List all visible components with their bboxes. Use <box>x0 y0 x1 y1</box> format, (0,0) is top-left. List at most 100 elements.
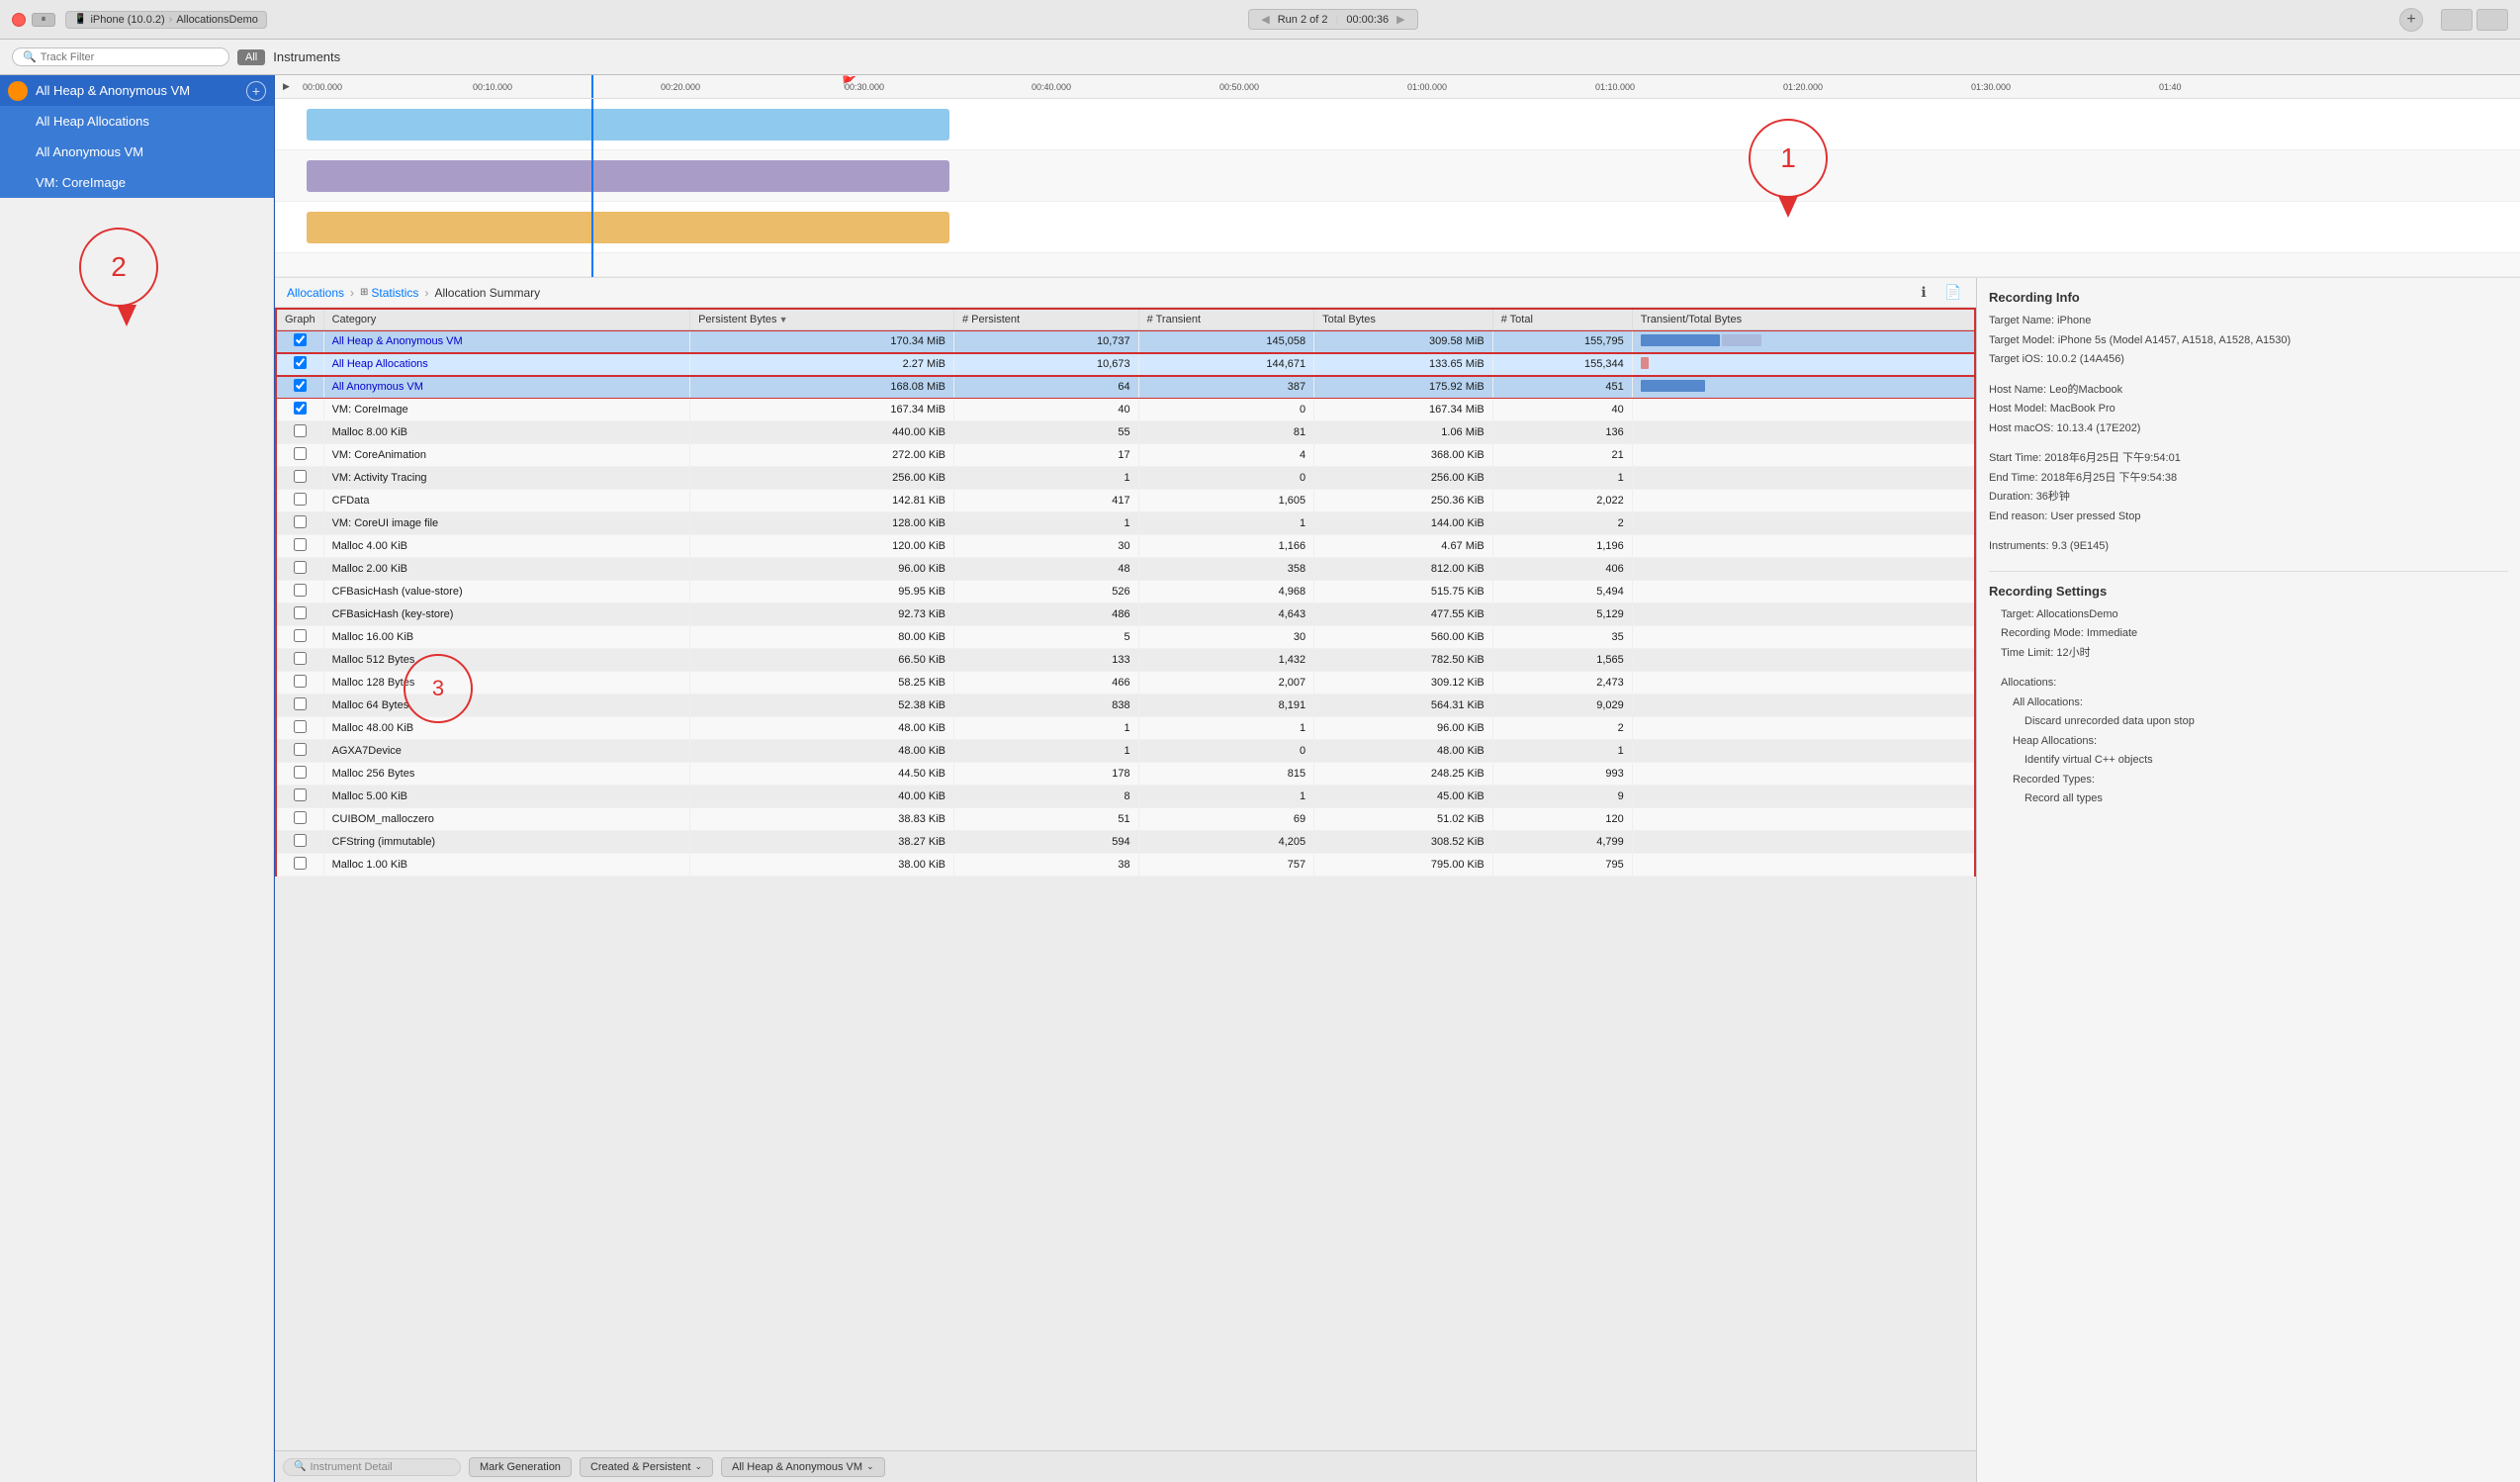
info-icon[interactable]: ℹ <box>1913 282 1935 304</box>
graph-checkbox[interactable] <box>294 561 307 574</box>
mark-generation-button[interactable]: Mark Generation <box>469 1457 572 1477</box>
pause-button[interactable]: ⏸ <box>32 13 55 27</box>
graph-checkbox-cell[interactable] <box>276 558 323 581</box>
col-num-total[interactable]: # Total <box>1492 309 1632 330</box>
sidebar-item-heap-alloc[interactable]: All Heap Allocations <box>0 106 274 137</box>
sidebar-item-heap-anon-vm[interactable]: All Heap & Anonymous VM + <box>0 75 274 106</box>
graph-checkbox-cell[interactable] <box>276 831 323 854</box>
graph-checkbox[interactable] <box>294 606 307 619</box>
flag-marker: 🚩 <box>842 75 856 89</box>
total-bytes-cell: 250.36 KiB <box>1314 490 1493 512</box>
transient-bar-cell <box>1632 672 1975 695</box>
window-control-1[interactable] <box>2441 9 2473 31</box>
close-button[interactable] <box>12 13 26 27</box>
graph-checkbox[interactable] <box>294 333 307 346</box>
table-row: VM: CoreUI image file128.00 KiB11144.00 … <box>276 512 1975 535</box>
graph-checkbox-cell[interactable] <box>276 763 323 786</box>
graph-checkbox-cell[interactable] <box>276 330 323 353</box>
graph-checkbox[interactable] <box>294 424 307 437</box>
graph-checkbox-cell[interactable] <box>276 444 323 467</box>
graph-checkbox[interactable] <box>294 652 307 665</box>
graph-checkbox-cell[interactable] <box>276 353 323 376</box>
persistent-bytes-cell: 38.83 KiB <box>690 808 954 831</box>
breadcrumb-allocations[interactable]: Allocations <box>287 286 344 300</box>
col-persistent-bytes[interactable]: Persistent Bytes▼ <box>690 309 954 330</box>
graph-checkbox[interactable] <box>294 379 307 392</box>
sidebar-item-anon-vm[interactable]: All Anonymous VM <box>0 137 274 167</box>
col-transient-ratio[interactable]: Transient/Total Bytes <box>1632 309 1975 330</box>
num-persistent-cell: 40 <box>954 399 1139 421</box>
graph-checkbox[interactable] <box>294 584 307 597</box>
table-row: Malloc 2.00 KiB96.00 KiB48358812.00 KiB4… <box>276 558 1975 581</box>
sidebar: All Heap & Anonymous VM + All Heap Alloc… <box>0 75 275 198</box>
num-total-cell: 451 <box>1492 376 1632 399</box>
graph-checkbox-cell[interactable] <box>276 603 323 626</box>
graph-checkbox[interactable] <box>294 402 307 415</box>
graph-checkbox-cell[interactable] <box>276 626 323 649</box>
add-instrument-button[interactable]: + <box>2399 8 2423 32</box>
breadcrumb-statistics[interactable]: Statistics <box>371 286 418 300</box>
graph-checkbox-cell[interactable] <box>276 695 323 717</box>
col-category[interactable]: Category <box>323 309 690 330</box>
col-num-persistent[interactable]: # Persistent <box>954 309 1139 330</box>
graph-checkbox[interactable] <box>294 743 307 756</box>
search-input[interactable] <box>41 51 209 63</box>
total-bytes-cell: 1.06 MiB <box>1314 421 1493 444</box>
col-num-transient[interactable]: # Transient <box>1138 309 1314 330</box>
graph-checkbox[interactable] <box>294 470 307 483</box>
graph-checkbox-cell[interactable] <box>276 581 323 603</box>
graph-checkbox-cell[interactable] <box>276 672 323 695</box>
graph-checkbox[interactable] <box>294 766 307 779</box>
table-row: CFBasicHash (value-store)95.95 KiB5264,9… <box>276 581 1975 603</box>
ruler-tick-6: 01:00.000 <box>1407 82 1447 92</box>
graph-checkbox[interactable] <box>294 629 307 642</box>
titlebar: ⏸ 📱 iPhone (10.0.2) › AllocationsDemo ◀ … <box>0 0 2520 40</box>
graph-checkbox[interactable] <box>294 697 307 710</box>
sidebar-item-vm-coreimage[interactable]: VM: CoreImage <box>0 167 274 198</box>
add-track-icon[interactable]: + <box>246 81 266 101</box>
table-scroll[interactable]: Graph Category Persistent Bytes▼ # Persi… <box>275 308 1976 1450</box>
graph-checkbox-cell[interactable] <box>276 421 323 444</box>
heap-filter-dropdown[interactable]: All Heap & Anonymous VM ⌄ <box>721 1457 885 1477</box>
created-persistent-dropdown[interactable]: Created & Persistent ⌄ <box>580 1457 713 1477</box>
num-persistent-cell: 10,737 <box>954 330 1139 353</box>
graph-checkbox-cell[interactable] <box>276 854 323 877</box>
graph-checkbox-cell[interactable] <box>276 649 323 672</box>
export-icon[interactable]: 📄 <box>1942 282 1964 304</box>
transient-bar-cell <box>1632 535 1975 558</box>
graph-checkbox-cell[interactable] <box>276 740 323 763</box>
graph-checkbox[interactable] <box>294 356 307 369</box>
graph-checkbox-cell[interactable] <box>276 376 323 399</box>
graph-checkbox-cell[interactable] <box>276 808 323 831</box>
persistent-bytes-cell: 92.73 KiB <box>690 603 954 626</box>
graph-checkbox-cell[interactable] <box>276 717 323 740</box>
graph-checkbox[interactable] <box>294 515 307 528</box>
total-bytes-cell: 144.00 KiB <box>1314 512 1493 535</box>
all-button[interactable]: All <box>237 49 265 65</box>
window-control-2[interactable] <box>2476 9 2508 31</box>
graph-checkbox-cell[interactable] <box>276 399 323 421</box>
graph-checkbox[interactable] <box>294 720 307 733</box>
graph-checkbox[interactable] <box>294 538 307 551</box>
search-box[interactable]: 🔍 <box>12 47 229 66</box>
num-persistent-cell: 17 <box>954 444 1139 467</box>
transient-bar-cell <box>1632 808 1975 831</box>
graph-checkbox-cell[interactable] <box>276 786 323 808</box>
total-bytes-cell: 812.00 KiB <box>1314 558 1493 581</box>
num-transient-cell: 81 <box>1138 421 1314 444</box>
graph-checkbox[interactable] <box>294 834 307 847</box>
graph-checkbox[interactable] <box>294 857 307 870</box>
graph-checkbox[interactable] <box>294 788 307 801</box>
graph-checkbox[interactable] <box>294 447 307 460</box>
graph-checkbox-cell[interactable] <box>276 467 323 490</box>
graph-checkbox-cell[interactable] <box>276 535 323 558</box>
category-cell: VM: Activity Tracing <box>323 467 690 490</box>
graph-checkbox[interactable] <box>294 493 307 506</box>
graph-checkbox-cell[interactable] <box>276 490 323 512</box>
graph-checkbox[interactable] <box>294 675 307 688</box>
graph-checkbox[interactable] <box>294 811 307 824</box>
col-total-bytes[interactable]: Total Bytes <box>1314 309 1493 330</box>
graph-checkbox-cell[interactable] <box>276 512 323 535</box>
category-cell: CFString (immutable) <box>323 831 690 854</box>
end-time: End Time: 2018年6月25日 下午9:54:38 <box>1989 470 2508 487</box>
